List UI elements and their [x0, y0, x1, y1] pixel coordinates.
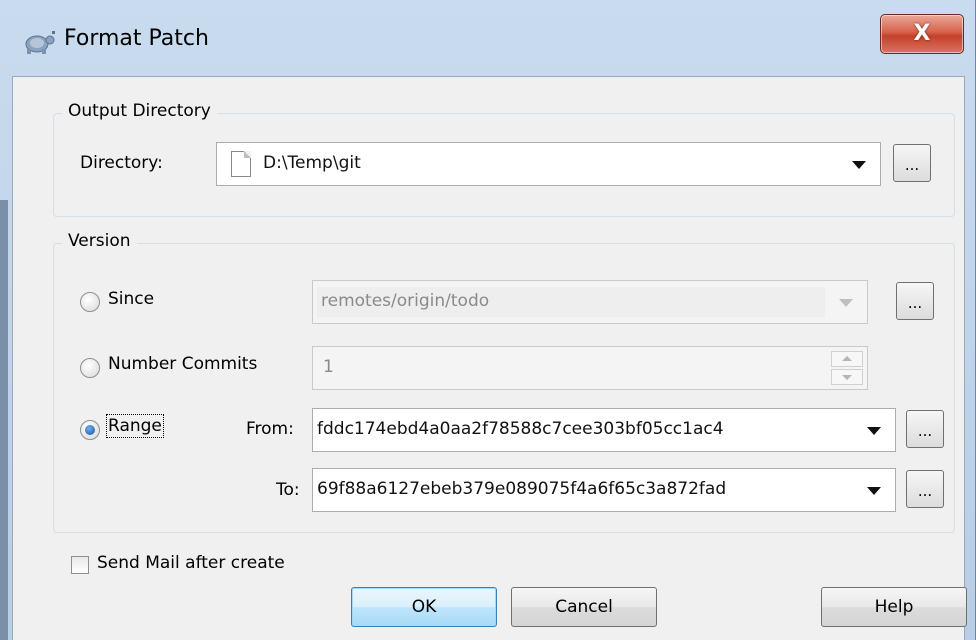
to-combobox[interactable]: 69f88a6127ebeb379e089075f4a6f65c3a872fad [312, 468, 896, 512]
tortoise-icon [25, 31, 55, 54]
spin-down-icon[interactable] [831, 369, 863, 385]
number-commits-spinner[interactable]: 1 [312, 346, 868, 390]
directory-label: Directory: [80, 153, 163, 173]
from-browse-button[interactable]: ... [906, 410, 944, 448]
spin-up-icon[interactable] [831, 351, 863, 367]
version-legend: Version [62, 231, 137, 251]
to-label: To: [276, 480, 300, 500]
chevron-down-icon[interactable] [867, 487, 881, 495]
window-left-edge [0, 200, 8, 640]
send-mail-checkbox[interactable] [71, 556, 89, 574]
since-radio[interactable] [80, 292, 100, 312]
range-label[interactable]: Range [106, 414, 164, 438]
title-bar[interactable]: Format Patch X [0, 0, 976, 76]
from-label: From: [246, 419, 294, 439]
since-label[interactable]: Since [108, 289, 154, 309]
since-value: remotes/origin/todo [321, 291, 490, 311]
number-commits-label[interactable]: Number Commits [108, 354, 257, 374]
since-combobox[interactable]: remotes/origin/todo [312, 280, 868, 324]
range-radio[interactable] [80, 420, 100, 440]
document-icon [231, 151, 251, 177]
output-directory-group: Output Directory Directory: D:\Temp\git … [53, 101, 955, 217]
directory-combobox[interactable]: D:\Temp\git [216, 142, 881, 186]
number-commits-value: 1 [323, 357, 334, 377]
directory-browse-button[interactable]: ... [893, 144, 931, 182]
cancel-button[interactable]: Cancel [511, 587, 657, 627]
ok-button[interactable]: OK [351, 587, 497, 627]
close-button[interactable]: X [880, 14, 964, 54]
close-icon: X [913, 21, 931, 46]
window-title: Format Patch [64, 26, 209, 51]
chevron-down-icon[interactable] [867, 427, 881, 435]
output-directory-legend: Output Directory [62, 101, 217, 121]
help-button[interactable]: Help [821, 587, 967, 627]
dialog-client-area: Output Directory Directory: D:\Temp\git … [12, 76, 967, 640]
number-commits-radio[interactable] [80, 358, 100, 378]
format-patch-dialog: Format Patch X Output Directory Director… [0, 0, 976, 640]
to-value: 69f88a6127ebeb379e089075f4a6f65c3a872fad [317, 479, 727, 499]
send-mail-label[interactable]: Send Mail after create [97, 553, 285, 573]
version-group: Version Since remotes/origin/todo ... Nu… [53, 231, 955, 533]
chevron-down-icon[interactable] [852, 161, 866, 169]
spinner-buttons [831, 351, 863, 385]
from-value: fddc174ebd4a0aa2f78588c7cee303bf05cc1ac4 [317, 419, 724, 439]
from-combobox[interactable]: fddc174ebd4a0aa2f78588c7cee303bf05cc1ac4 [312, 408, 896, 452]
chevron-down-icon[interactable] [839, 299, 853, 307]
directory-value: D:\Temp\git [263, 153, 361, 173]
since-browse-button[interactable]: ... [896, 282, 934, 320]
to-browse-button[interactable]: ... [906, 470, 944, 508]
